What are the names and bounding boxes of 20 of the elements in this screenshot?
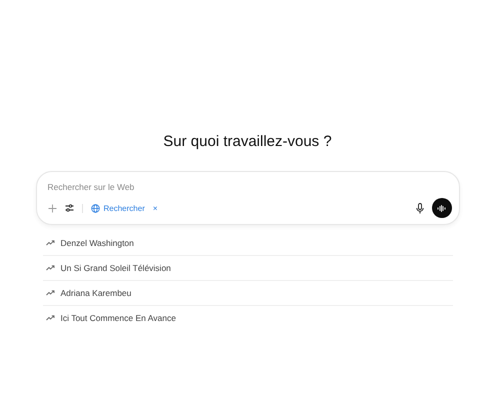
tools-button[interactable] — [64, 204, 74, 212]
add-button[interactable] — [48, 204, 56, 212]
trending-icon — [46, 265, 54, 271]
trending-icon — [46, 315, 54, 321]
sliders-icon — [64, 204, 74, 212]
trending-icon — [46, 240, 54, 246]
suggestion-item[interactable]: Adriana Karembeu — [42, 281, 452, 306]
page-heading: Sur quoi travaillez-vous ? — [163, 133, 332, 150]
suggestion-item[interactable]: Ici Tout Commence En Avance — [42, 306, 452, 330]
microphone-button[interactable] — [416, 202, 424, 214]
globe-icon — [90, 204, 100, 212]
trending-icon — [46, 290, 54, 296]
search-tool-chip[interactable]: Rechercher — [90, 204, 145, 212]
waveform-icon — [437, 204, 446, 212]
suggestion-item[interactable]: Denzel Washington — [42, 231, 452, 256]
voice-mode-button[interactable] — [432, 198, 452, 218]
plus-icon — [48, 204, 56, 212]
suggestion-item[interactable]: Un Si Grand Soleil Télévision — [42, 256, 452, 281]
remove-tool-button[interactable]: × — [152, 204, 158, 212]
microphone-icon — [416, 202, 424, 214]
